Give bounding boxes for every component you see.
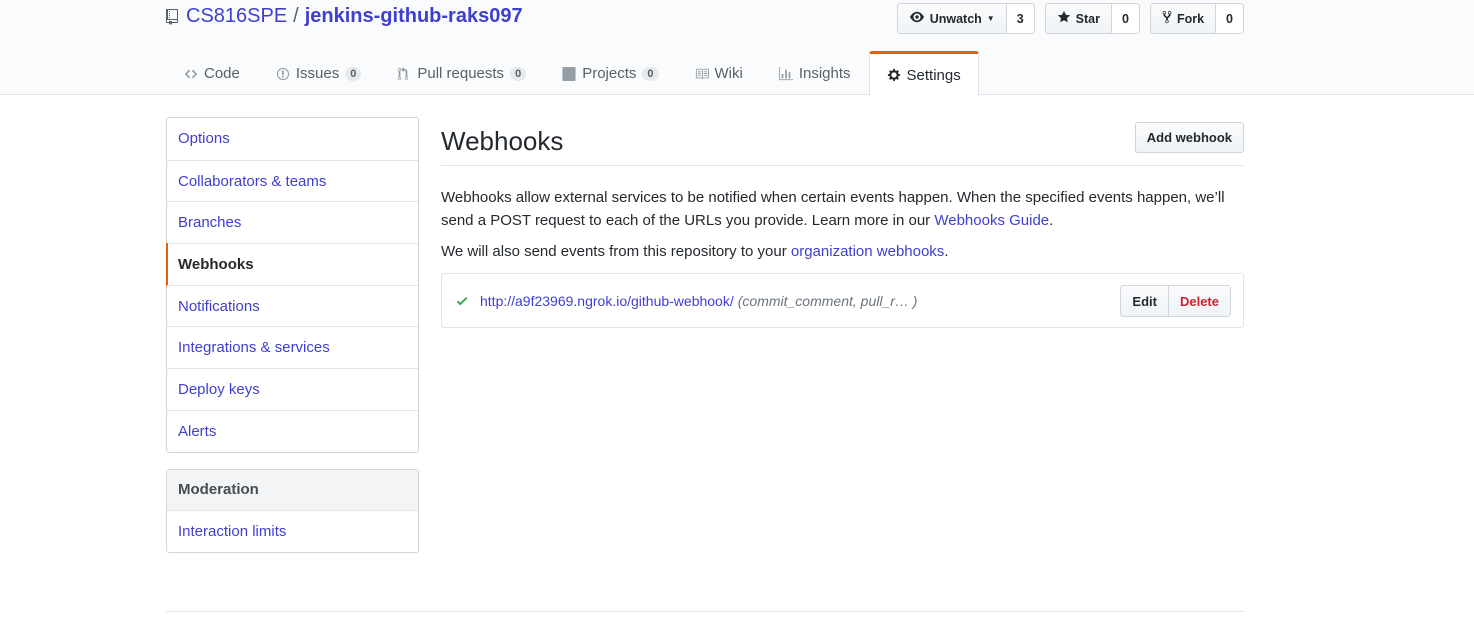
tab-insights[interactable]: Insights bbox=[761, 51, 869, 95]
tab-settings[interactable]: Settings bbox=[868, 51, 979, 96]
edit-hook-button[interactable]: Edit bbox=[1120, 285, 1169, 317]
sidebar-item-webhooks[interactable]: Webhooks bbox=[166, 243, 418, 286]
issue-icon bbox=[276, 67, 290, 81]
repo-header: CS816SPE / jenkins-github-raks097 Unwatc… bbox=[0, 0, 1474, 96]
webhooks-description: Webhooks allow external services to be n… bbox=[441, 186, 1244, 232]
org-webhooks-note: We will also send events from this repos… bbox=[441, 243, 1244, 260]
star-button[interactable]: Star bbox=[1044, 3, 1112, 34]
pull-request-icon bbox=[397, 66, 411, 81]
tab-projects-label: Projects bbox=[582, 65, 637, 82]
tab-settings-label: Settings bbox=[906, 66, 961, 84]
repo-title: CS816SPE / jenkins-github-raks097 bbox=[166, 5, 523, 28]
sidebar-item-alerts[interactable]: Alerts bbox=[167, 409, 418, 452]
moderation-heading: Moderation bbox=[167, 469, 418, 511]
chevron-down-icon: ▼ bbox=[986, 14, 995, 23]
sidebar-item-collaborators[interactable]: Collaborators & teams bbox=[167, 159, 418, 202]
sidebar-item-options[interactable]: Options bbox=[167, 118, 418, 160]
webhooks-guide-link[interactable]: Webhooks Guide bbox=[934, 212, 1049, 229]
hook-item: http://a9f23969.ngrok.io/github-webhook/… bbox=[441, 273, 1244, 328]
pagehead-actions: Unwatch ▼ 3 Star 0 Fork 0 bbox=[896, 3, 1244, 34]
tab-issues[interactable]: Issues 0 bbox=[258, 51, 379, 95]
tab-insights-label: Insights bbox=[798, 65, 851, 82]
tab-code[interactable]: Code bbox=[166, 51, 258, 95]
description-end: . bbox=[1049, 212, 1054, 229]
repo-icon bbox=[166, 8, 178, 25]
eye-icon bbox=[909, 10, 925, 27]
unwatch-label: Unwatch bbox=[929, 11, 982, 26]
footer-divider bbox=[166, 611, 1244, 612]
graph-icon bbox=[778, 66, 793, 81]
sidebar-item-deploy-keys[interactable]: Deploy keys bbox=[167, 368, 418, 410]
tab-issues-label: Issues bbox=[295, 65, 340, 82]
fork-label: Fork bbox=[1176, 11, 1205, 26]
hook-url-link[interactable]: http://a9f23969.ngrok.io/github-webhook/ bbox=[480, 293, 734, 309]
star-group: Star 0 bbox=[1044, 3, 1140, 34]
fork-group: Fork 0 bbox=[1149, 3, 1244, 34]
moderation-menu: Moderation Interaction limits bbox=[166, 468, 419, 554]
tab-pull-requests[interactable]: Pull requests 0 bbox=[379, 51, 544, 95]
tab-pull-requests-label: Pull requests bbox=[417, 65, 505, 82]
org-text: We will also send events from this repos… bbox=[441, 243, 791, 260]
sidebar-item-integrations[interactable]: Integrations & services bbox=[167, 326, 418, 368]
watch-group: Unwatch ▼ 3 bbox=[896, 3, 1035, 34]
project-icon bbox=[562, 66, 576, 81]
repo-nav: Code Issues 0 Pull requests 0 Projects 0… bbox=[166, 51, 979, 96]
projects-counter: 0 bbox=[642, 66, 659, 81]
star-label: Star bbox=[1075, 11, 1100, 26]
tab-projects[interactable]: Projects 0 bbox=[544, 51, 676, 95]
repo-owner-link[interactable]: CS816SPE bbox=[186, 5, 287, 28]
repo-name-link[interactable]: jenkins-github-raks097 bbox=[305, 5, 523, 28]
organization-webhooks-link[interactable]: organization webhooks bbox=[791, 243, 944, 260]
fork-button[interactable]: Fork bbox=[1149, 3, 1217, 34]
check-icon bbox=[456, 294, 470, 308]
issues-counter: 0 bbox=[345, 66, 362, 81]
path-separator: / bbox=[293, 5, 299, 27]
code-icon bbox=[184, 67, 198, 81]
gear-icon bbox=[887, 68, 901, 82]
page-title: Webhooks bbox=[441, 125, 564, 156]
sidebar-item-branches[interactable]: Branches bbox=[167, 201, 418, 243]
webhooks-main: Webhooks Add webhook Webhooks allow exte… bbox=[441, 117, 1244, 328]
watchers-count[interactable]: 3 bbox=[1006, 3, 1035, 34]
tab-wiki-label: Wiki bbox=[714, 65, 743, 82]
stargazers-count[interactable]: 0 bbox=[1112, 3, 1140, 34]
org-end: . bbox=[944, 243, 949, 260]
settings-sidebar: Options Collaborators & teams Branches W… bbox=[166, 117, 419, 569]
tab-wiki[interactable]: Wiki bbox=[677, 51, 761, 95]
sidebar-item-notifications[interactable]: Notifications bbox=[167, 284, 418, 327]
unwatch-button[interactable]: Unwatch ▼ bbox=[896, 3, 1007, 34]
description-text: Webhooks allow external services to be n… bbox=[441, 189, 1225, 229]
forks-count[interactable]: 0 bbox=[1216, 3, 1244, 34]
add-webhook-button[interactable]: Add webhook bbox=[1134, 121, 1244, 153]
delete-hook-button[interactable]: Delete bbox=[1168, 285, 1231, 317]
hook-actions: Edit Delete bbox=[1120, 285, 1231, 317]
pull-requests-counter: 0 bbox=[510, 66, 527, 81]
subhead: Webhooks Add webhook bbox=[441, 117, 1244, 166]
hook-events: (commit_comment, pull_r… ) bbox=[737, 292, 918, 309]
fork-icon bbox=[1162, 10, 1172, 27]
book-icon bbox=[695, 67, 709, 81]
sidebar-item-interaction-limits[interactable]: Interaction limits bbox=[167, 511, 418, 553]
settings-menu: Options Collaborators & teams Branches W… bbox=[166, 117, 419, 453]
tab-code-label: Code bbox=[204, 65, 240, 82]
star-icon bbox=[1057, 10, 1071, 27]
